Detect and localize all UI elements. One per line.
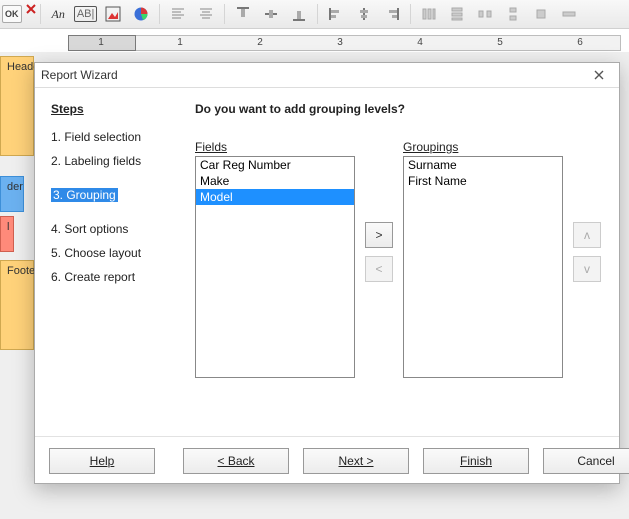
wizard-step[interactable]: 2. Labeling fields: [51, 154, 173, 168]
align-right-edge-icon[interactable]: [380, 2, 404, 26]
dialog-footer: Help < Back Next > Finish Cancel: [35, 436, 619, 485]
ruler-tick: 6: [577, 37, 583, 48]
paragraph-lines-2-icon[interactable]: [194, 2, 218, 26]
wizard-step[interactable]: 1. Field selection: [51, 130, 173, 144]
wizard-step[interactable]: 5. Choose layout: [51, 246, 173, 260]
field-item[interactable]: Make: [196, 173, 354, 189]
image-placeholder-icon[interactable]: [101, 2, 125, 26]
band-page-header[interactable]: Header: [0, 56, 34, 156]
wizard-step[interactable]: 6. Create report: [51, 270, 173, 284]
dialog-title: Report Wizard: [41, 68, 585, 82]
dist-6-icon[interactable]: [557, 2, 581, 26]
groupings-listbox[interactable]: SurnameFirst Name: [403, 156, 563, 378]
close-button[interactable]: [585, 66, 613, 84]
next-button[interactable]: Next >: [303, 448, 409, 474]
close-x-icon[interactable]: [26, 3, 34, 25]
grouping-item[interactable]: Surname: [404, 157, 562, 173]
steps-heading: Steps: [51, 102, 173, 116]
dist-1-icon[interactable]: [417, 2, 441, 26]
align-left-edge-icon[interactable]: [324, 2, 348, 26]
ruler-tick: 2: [257, 37, 263, 48]
wizard-question: Do you want to add grouping levels?: [195, 102, 605, 116]
steps-pane: Steps 1. Field selection 2. Labeling fiel…: [35, 88, 185, 436]
dist-3-icon[interactable]: [473, 2, 497, 26]
font-italic-icon[interactable]: An: [47, 2, 70, 26]
fields-listbox[interactable]: Car Reg NumberMakeModel: [195, 156, 355, 378]
band-group-header[interactable]: der: [0, 176, 24, 212]
align-bottom-icon[interactable]: [287, 2, 311, 26]
dialog-titlebar: Report Wizard: [35, 63, 619, 88]
align-hcenter-icon[interactable]: [352, 2, 376, 26]
ruler-tick: 3: [337, 37, 343, 48]
move-up-button[interactable]: ᴧ: [573, 222, 601, 248]
pie-chart-icon[interactable]: [129, 2, 153, 26]
field-item[interactable]: Model: [196, 189, 354, 205]
ok-icon[interactable]: OK: [2, 5, 22, 23]
ruler-tick: 5: [497, 37, 503, 48]
dist-2-icon[interactable]: [445, 2, 469, 26]
wizard-main-pane: Do you want to add grouping levels? Fiel…: [185, 88, 619, 436]
text-field-icon[interactable]: AB|: [74, 6, 98, 22]
report-wizard-dialog: Report Wizard Steps 1. Field selection 2.…: [34, 62, 620, 484]
fields-column: Fields Car Reg NumberMakeModel: [195, 140, 355, 378]
paragraph-lines-1-icon[interactable]: [166, 2, 190, 26]
back-button[interactable]: < Back: [183, 448, 289, 474]
remove-grouping-button[interactable]: <: [365, 256, 393, 282]
dist-5-icon[interactable]: [529, 2, 553, 26]
ruler-tick: 1: [177, 37, 183, 48]
ruler: 1 1 2 3 4 5 6: [0, 29, 629, 54]
wizard-step[interactable]: 3. Grouping: [51, 188, 118, 202]
groupings-label: Groupings: [403, 140, 563, 154]
grouping-item[interactable]: First Name: [404, 173, 562, 189]
move-down-button[interactable]: ᴠ: [573, 256, 601, 282]
wizard-step[interactable]: 4. Sort options: [51, 222, 173, 236]
main-toolbar: OK An AB|: [0, 0, 629, 29]
fields-label: Fields: [195, 140, 355, 154]
finish-button[interactable]: Finish: [423, 448, 529, 474]
ruler-tick: 1: [98, 37, 104, 48]
add-grouping-button[interactable]: >: [365, 222, 393, 248]
ruler-tick: 4: [417, 37, 423, 48]
groupings-column: Groupings SurnameFirst Name: [403, 140, 563, 378]
field-item[interactable]: Car Reg Number: [196, 157, 354, 173]
band-page-footer[interactable]: Footer: [0, 260, 34, 350]
help-button[interactable]: Help: [49, 448, 155, 474]
align-vcenter-icon[interactable]: [259, 2, 283, 26]
dist-4-icon[interactable]: [501, 2, 525, 26]
align-top-icon[interactable]: [231, 2, 255, 26]
band-detail[interactable]: l: [0, 216, 14, 252]
cancel-button[interactable]: Cancel: [543, 448, 629, 474]
